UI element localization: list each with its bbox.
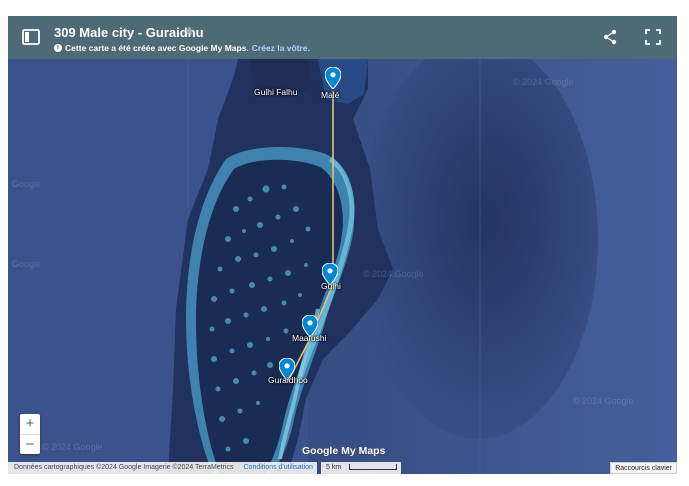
zoom-in-button[interactable]: + [20,414,40,434]
subtitle-text: Cette carte a été créée avec Google My M… [65,43,249,53]
info-icon: i [54,44,62,52]
place-label: Malé [321,90,340,100]
satellite-imagery [8,59,677,474]
watermark: © 2024 Google [363,269,424,279]
terms-link[interactable]: Conditions d'utilisation [244,464,313,471]
place-label: Gulhi Falhu [254,87,298,97]
sidebar-toggle-icon[interactable] [22,29,40,45]
keyboard-shortcuts-button[interactable]: Raccourcis clavier [610,462,677,474]
map-canvas[interactable]: Google Google © 2024 Google © 2024 Googl… [8,59,677,474]
scale-label: 5 km [326,464,342,471]
place-label: Gulhi [321,281,341,291]
map-subtitle: i Cette carte a été créée avec Google My… [54,43,310,53]
star-icon[interactable]: ★ [184,24,195,38]
share-icon[interactable] [602,29,618,45]
google-my-maps-logo: Google My Maps [302,445,386,457]
place-label: Guraidhoo [268,375,308,385]
zoom-controls: + − [20,414,40,454]
attribution-text: Données cartographiques ©2024 Google Ima… [14,464,234,471]
watermark: © 2024 Google [42,442,103,452]
map-footer: Données cartographiques ©2024 Google Ima… [8,462,677,474]
scale-bar [349,464,397,470]
fullscreen-icon[interactable] [645,29,661,45]
map-frame: 309 Male city - Guraidhu ★ i Cette carte… [8,16,677,474]
place-label: Maafushi [292,333,327,343]
watermark: Google [12,259,42,269]
create-map-link[interactable]: Créez la vôtre. [252,43,310,53]
scale-indicator[interactable]: 5 km [321,462,401,474]
watermark: Google [12,179,42,189]
map-pin-icon[interactable] [325,67,341,89]
watermark: © 2024 Google [513,77,574,87]
attribution: Données cartographiques ©2024 Google Ima… [8,462,317,474]
watermark: © 2024 Google [573,396,634,406]
map-header: 309 Male city - Guraidhu ★ i Cette carte… [8,16,677,59]
zoom-out-button[interactable]: − [20,435,40,455]
map-title: 309 Male city - Guraidhu [54,25,204,40]
